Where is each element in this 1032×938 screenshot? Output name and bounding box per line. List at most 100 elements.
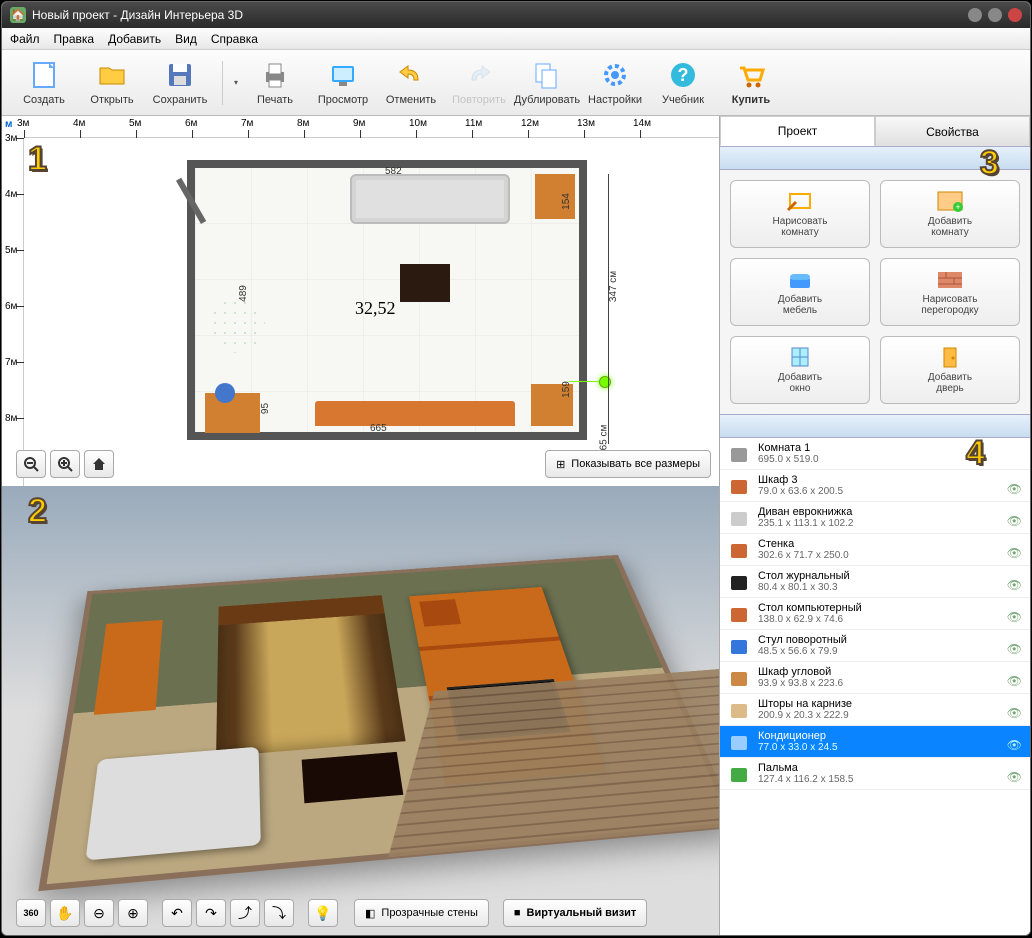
redo-button[interactable]: Повторить xyxy=(445,53,513,113)
control-handle[interactable] xyxy=(599,376,611,388)
object-item[interactable]: Шторы на карнизе200.9 x 20.3 x 222.9👁 xyxy=(720,694,1030,726)
add-window-icon xyxy=(786,346,814,368)
app-icon: 🏠 xyxy=(10,7,26,23)
zoom-out-3d-button[interactable]: ⊖ xyxy=(84,899,114,927)
visibility-toggle[interactable]: 👁 xyxy=(1007,514,1022,528)
plan-toolbar xyxy=(16,450,114,478)
object-icon xyxy=(728,667,750,689)
object-item[interactable]: Кондиционер77.0 x 33.0 x 24.5👁 xyxy=(720,726,1030,758)
transparent-walls-toggle[interactable]: ◧ Прозрачные стены xyxy=(354,899,489,927)
zoom-in-button[interactable] xyxy=(50,450,80,478)
rotate-right-button[interactable]: ↷ xyxy=(196,899,226,927)
visibility-toggle[interactable]: 👁 xyxy=(1007,610,1022,624)
room-floorplan[interactable]: 32,52 582 665 489 95 xyxy=(187,160,587,440)
camera-icon: ■ xyxy=(514,907,521,919)
menu-Добавить[interactable]: Добавить xyxy=(108,32,161,46)
visibility-toggle[interactable]: 👁 xyxy=(1007,674,1022,688)
help-button[interactable]: ?Учебник xyxy=(649,53,717,113)
menu-Справка[interactable]: Справка xyxy=(211,32,258,46)
object-list[interactable]: Комната 1695.0 x 519.0Шкаф 379.0 x 63.6 … xyxy=(720,438,1030,935)
buy-button[interactable]: Купить xyxy=(717,53,785,113)
plant-2d[interactable] xyxy=(210,298,265,353)
undo-button[interactable]: Отменить xyxy=(377,53,445,113)
tv-2d[interactable] xyxy=(400,264,450,302)
save-button[interactable]: Сохранить xyxy=(146,53,214,113)
zoom-in-3d-button[interactable]: ⊕ xyxy=(118,899,148,927)
draw-wall-icon xyxy=(936,268,964,290)
home-button[interactable] xyxy=(84,450,114,478)
sofa-bottom-2d[interactable] xyxy=(315,401,515,426)
visibility-toggle[interactable]: 👁 xyxy=(1007,578,1022,592)
visibility-toggle[interactable]: 👁 xyxy=(1007,770,1022,784)
door-2d[interactable] xyxy=(201,174,281,224)
object-item[interactable]: Диван еврокнижка235.1 x 113.1 x 102.2👁 xyxy=(720,502,1030,534)
visibility-toggle[interactable]: 👁 xyxy=(1007,482,1022,496)
visibility-toggle[interactable]: 👁 xyxy=(1007,738,1022,752)
dim-right: 347 см xyxy=(608,271,619,302)
zoom-out-button[interactable] xyxy=(16,450,46,478)
duplicate-button[interactable]: Дублировать xyxy=(513,53,581,113)
window-title: Новый проект - Дизайн Интерьера 3D xyxy=(32,8,243,22)
menu-Вид[interactable]: Вид xyxy=(175,32,197,46)
object-name: Стул поворотный xyxy=(758,634,1022,646)
tilt-up-button[interactable]: ⤴ xyxy=(230,899,260,927)
view3d-toolbar: 360 ✋ ⊖ ⊕ ↶ ↷ ⤴ ⤵ 💡 ◧ Прозрачные стены xyxy=(16,899,705,927)
close-button[interactable] xyxy=(1008,8,1022,22)
tilt-down-button[interactable]: ⤵ xyxy=(264,899,294,927)
show-dimensions-toggle[interactable]: ⊞ Показывать все размеры xyxy=(545,450,711,478)
add-furniture-button[interactable]: Добавитьмебель xyxy=(730,258,870,326)
toolbar-dropdown[interactable]: ▾ xyxy=(231,78,241,87)
dim-l-small: 95 xyxy=(260,403,271,414)
visibility-toggle[interactable]: 👁 xyxy=(1007,546,1022,560)
object-item[interactable]: Стул поворотный48.5 x 56.6 x 79.9👁 xyxy=(720,630,1030,662)
print-button[interactable]: Печать xyxy=(241,53,309,113)
add-door-button[interactable]: Добавитьдверь xyxy=(880,336,1020,404)
draw-room-button[interactable]: Нарисоватькомнату xyxy=(730,180,870,248)
object-dimensions: 93.9 x 93.8 x 223.6 xyxy=(758,678,1022,689)
add-window-button[interactable]: Добавитьокно xyxy=(730,336,870,404)
add-furniture-icon xyxy=(786,268,814,290)
object-icon xyxy=(728,635,750,657)
create-button[interactable]: Создать xyxy=(10,53,78,113)
object-name: Стол журнальный xyxy=(758,570,1022,582)
svg-text:?: ? xyxy=(678,65,689,85)
control-handle-line xyxy=(569,381,599,382)
save-icon xyxy=(164,59,196,91)
callout-2: 2 xyxy=(28,492,72,536)
visibility-toggle[interactable]: 👁 xyxy=(1007,706,1022,720)
object-name: Стол компьютерный xyxy=(758,602,1022,614)
object-dimensions: 302.6 x 71.7 x 250.0 xyxy=(758,550,1022,561)
virtual-tour-button[interactable]: ■ Виртуальный визит xyxy=(503,899,647,927)
panel-tabs: Проект Свойства xyxy=(720,116,1030,146)
add-room-button[interactable]: +Добавитькомнату xyxy=(880,180,1020,248)
table-3d xyxy=(302,752,404,803)
settings-button[interactable]: Настройки xyxy=(581,53,649,113)
visibility-toggle[interactable]: 👁 xyxy=(1007,642,1022,656)
view-3d[interactable]: 2 360 ✋ ⊖ xyxy=(2,486,719,935)
open-button[interactable]: Открыть xyxy=(78,53,146,113)
tab-properties[interactable]: Свойства xyxy=(875,116,1030,146)
object-name: Кондиционер xyxy=(758,730,1022,742)
draw-wall-button[interactable]: Нарисоватьперегородку xyxy=(880,258,1020,326)
menu-Файл[interactable]: Файл xyxy=(10,32,40,46)
pan-button[interactable]: ✋ xyxy=(50,899,80,927)
menu-Правка[interactable]: Правка xyxy=(54,32,95,46)
object-item[interactable]: Стенка302.6 x 71.7 x 250.0👁 xyxy=(720,534,1030,566)
plan-view-2d[interactable]: 1 м 3м4м5м6м7м8м9м10м11м12м13м14м 3м4м5м… xyxy=(2,116,719,486)
object-item[interactable]: Стол журнальный80.4 x 80.1 x 30.3👁 xyxy=(720,566,1030,598)
object-name: Диван еврокнижка xyxy=(758,506,1022,518)
object-item[interactable]: Шкаф угловой93.9 x 93.8 x 223.6👁 xyxy=(720,662,1030,694)
minimize-button[interactable] xyxy=(968,8,982,22)
object-item[interactable]: Пальма127.4 x 116.2 x 158.5👁 xyxy=(720,758,1030,790)
preview-button[interactable]: Просмотр xyxy=(309,53,377,113)
object-item[interactable]: Стол компьютерный138.0 x 62.9 x 74.6👁 xyxy=(720,598,1030,630)
lighting-button[interactable]: 💡 xyxy=(308,899,338,927)
rotate-left-button[interactable]: ↶ xyxy=(162,899,192,927)
tab-project[interactable]: Проект xyxy=(720,116,875,146)
rotate-360-button[interactable]: 360 xyxy=(16,899,46,927)
dim-left: 489 xyxy=(238,285,249,302)
chair-2d[interactable] xyxy=(215,383,235,403)
maximize-button[interactable] xyxy=(988,8,1002,22)
object-dimensions: 138.0 x 62.9 x 74.6 xyxy=(758,614,1022,625)
sofa-top-2d[interactable] xyxy=(350,174,510,224)
